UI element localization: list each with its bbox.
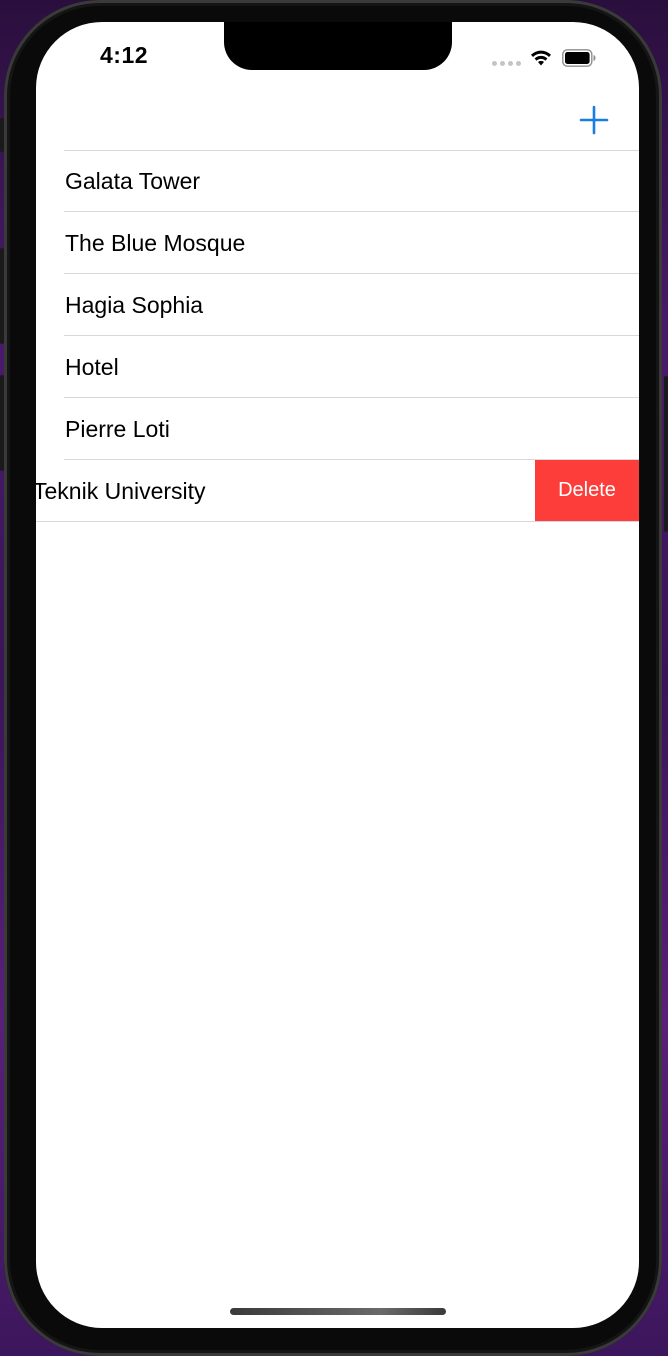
list-item-label: The Blue Mosque: [65, 230, 246, 256]
list-item-label: Hotel: [65, 354, 119, 380]
wifi-icon: [531, 50, 551, 66]
list-item-hagia-sophia[interactable]: Hagia Sophia: [36, 274, 639, 336]
list-item-galata-tower[interactable]: Galata Tower: [36, 150, 639, 212]
home-indicator[interactable]: [230, 1308, 446, 1315]
list-item-blue-mosque[interactable]: The Blue Mosque: [36, 212, 639, 274]
delete-button[interactable]: Delete: [535, 460, 639, 521]
phone-frame: 4:12 Galata Tower The Blue Mosque Hagia …: [4, 0, 662, 1356]
battery-icon: [562, 49, 596, 67]
list-item-label: Hagia Sophia: [65, 292, 204, 318]
add-button[interactable]: [576, 102, 612, 138]
status-time: 4:12: [100, 42, 149, 68]
plus-icon: [579, 105, 609, 135]
notch: [224, 22, 452, 70]
list-item-teknik-university[interactable]: Teknik University Delete: [36, 460, 639, 522]
list-item-label: Pierre Loti: [65, 416, 170, 442]
list-item-hotel[interactable]: Hotel: [36, 336, 639, 398]
places-list: Galata Tower The Blue Mosque Hagia Sophi…: [36, 150, 639, 522]
list-item-pierre-loti[interactable]: Pierre Loti: [36, 398, 639, 460]
cellular-signal-icon: [492, 61, 521, 66]
list-item-label: Galata Tower: [65, 168, 201, 194]
phone-screen: 4:12 Galata Tower The Blue Mosque Hagia …: [36, 22, 639, 1328]
side-button-right: [664, 376, 668, 532]
list-item-label: Teknik University: [36, 478, 206, 504]
list-separator: [36, 521, 639, 522]
